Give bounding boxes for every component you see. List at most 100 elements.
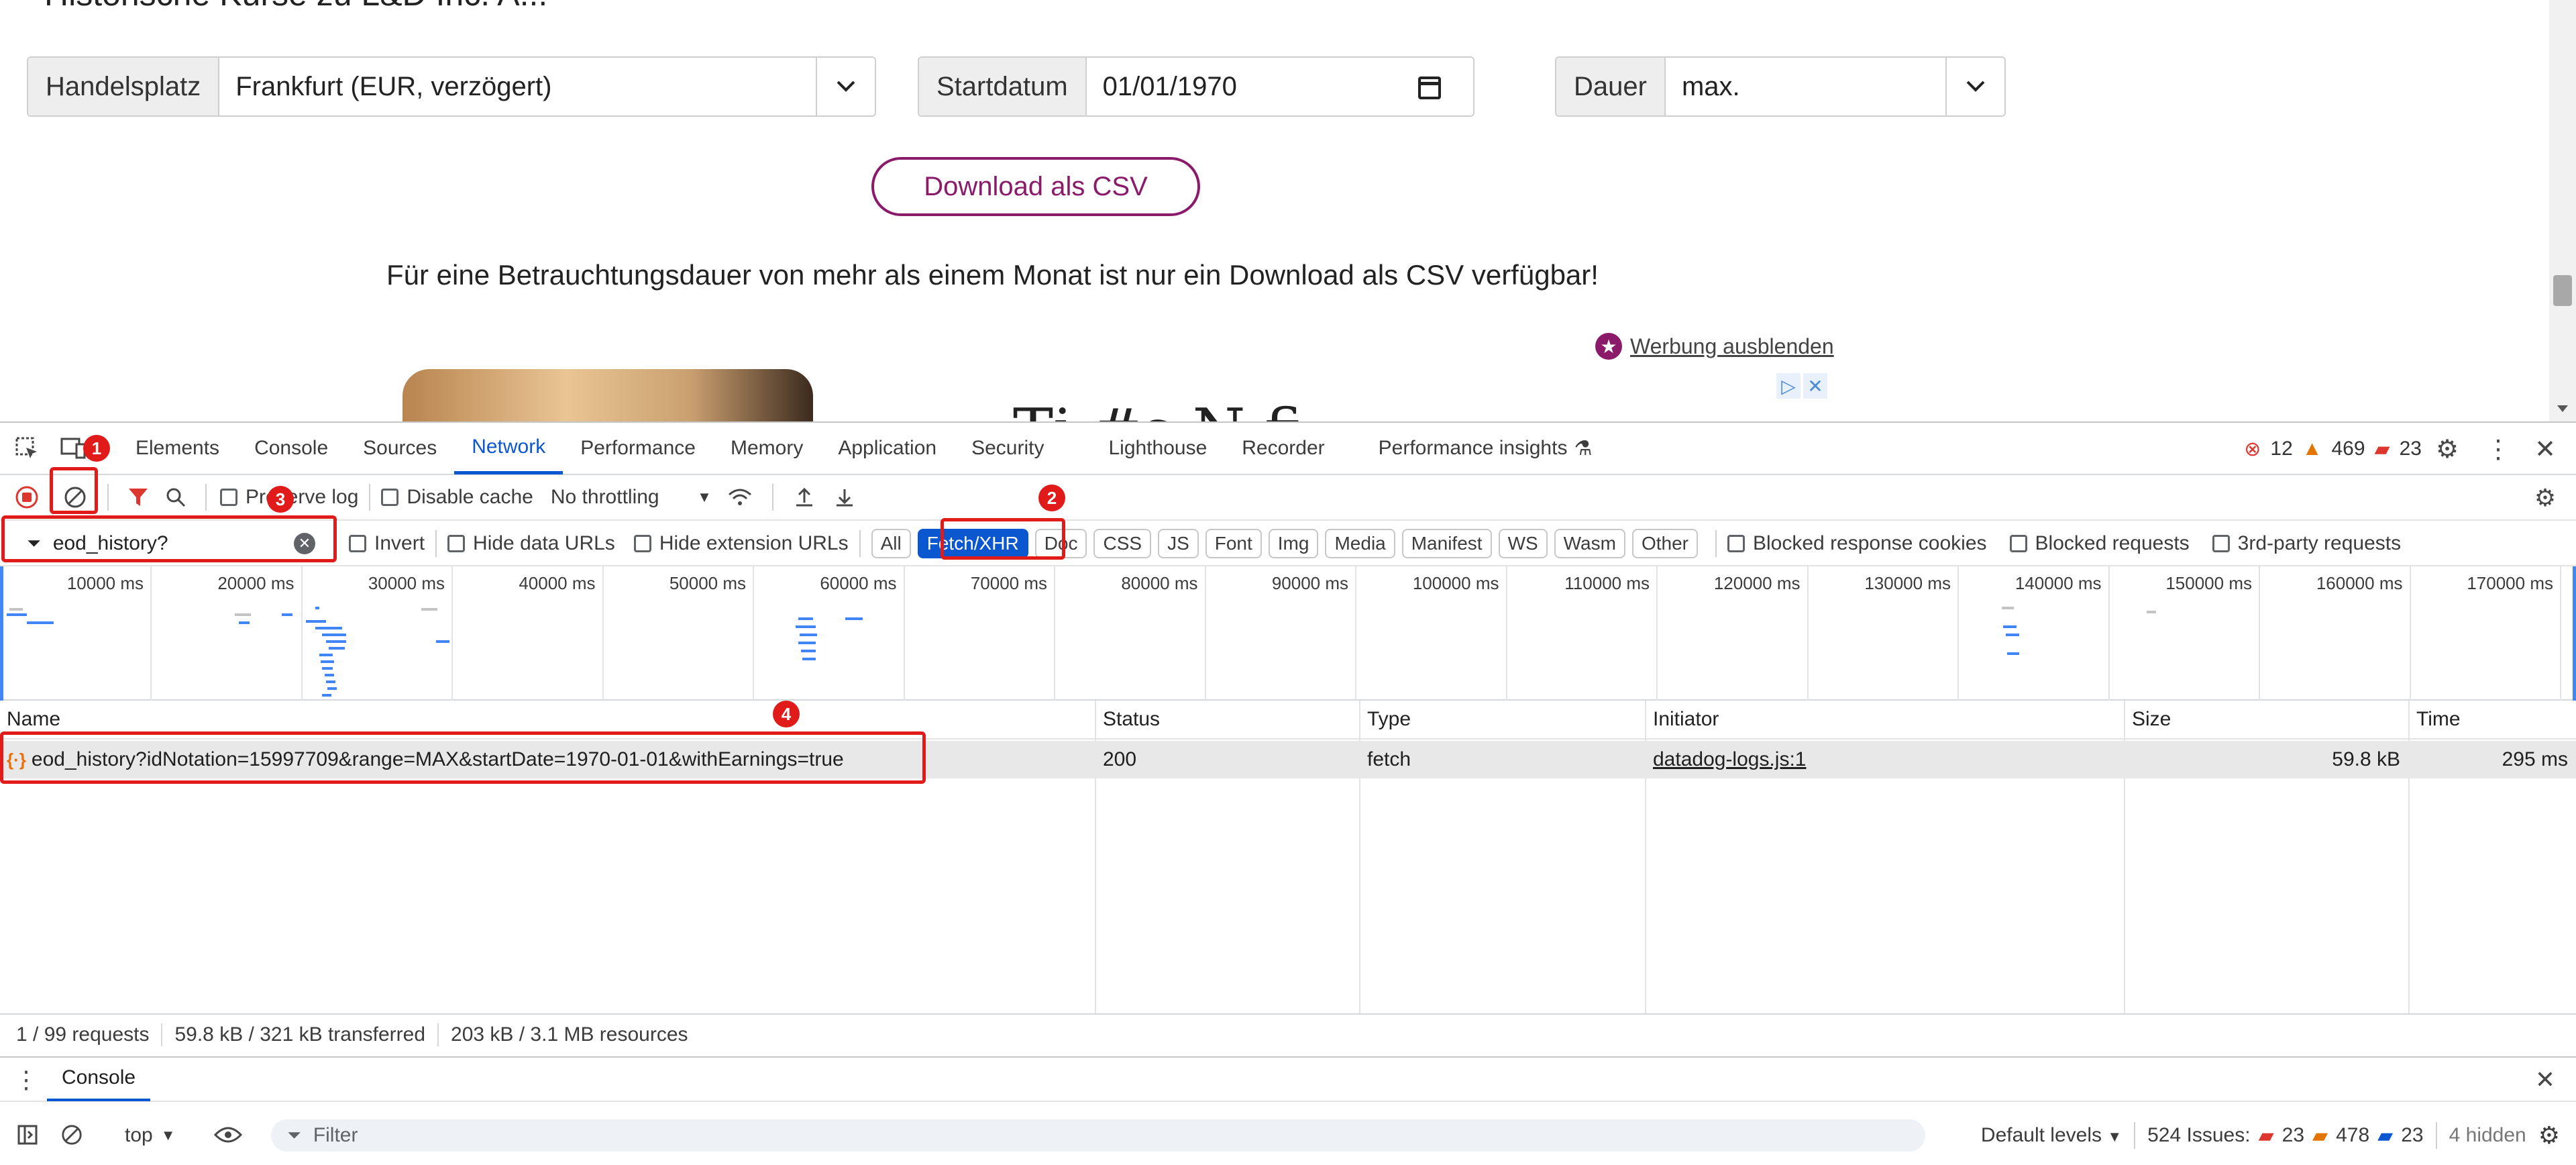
calendar-icon[interactable] bbox=[1418, 77, 1441, 99]
start-date-input[interactable]: 01/01/1970 bbox=[1086, 58, 1473, 115]
download-csv-button[interactable]: Download als CSV bbox=[871, 157, 1200, 216]
blocked-requests-checkbox[interactable]: Blocked requests bbox=[2009, 532, 2190, 555]
disable-cache-checkbox[interactable]: Disable cache bbox=[381, 486, 533, 509]
chevron-down-icon[interactable] bbox=[1945, 58, 2004, 115]
tab-elements[interactable]: Elements bbox=[94, 422, 237, 474]
initiator-link[interactable]: datadog-logs.js:1 bbox=[1653, 748, 1807, 771]
chip-font[interactable]: Font bbox=[1205, 529, 1262, 558]
drawer-tab-console[interactable]: Console bbox=[47, 1057, 151, 1101]
chip-css[interactable]: CSS bbox=[1093, 529, 1152, 558]
export-har-icon[interactable] bbox=[824, 474, 865, 520]
scroll-down-arrow[interactable] bbox=[2557, 405, 2568, 412]
timeline-end-marker[interactable] bbox=[2573, 566, 2576, 701]
chip-doc[interactable]: Doc bbox=[1034, 529, 1087, 558]
clear-filter-icon[interactable]: ✕ bbox=[294, 533, 315, 554]
blocked-response-cookies-checkbox[interactable]: Blocked response cookies bbox=[1727, 532, 1987, 555]
hide-ad-label[interactable]: Werbung ausblenden bbox=[1630, 334, 1834, 359]
invert-box[interactable] bbox=[349, 535, 366, 552]
column-header-size[interactable]: Size bbox=[2125, 701, 2408, 740]
tab-console[interactable]: Console bbox=[237, 422, 345, 474]
network-overview-timeline[interactable]: 10000 ms 20000 ms 30000 ms 40000 ms 50000 ms… bbox=[0, 566, 2576, 701]
clear-log-icon[interactable] bbox=[54, 474, 97, 520]
chip-media[interactable]: Media bbox=[1325, 529, 1395, 558]
preserve-log-box[interactable] bbox=[220, 489, 237, 506]
network-conditions-icon[interactable] bbox=[718, 474, 761, 520]
exchange-value[interactable]: Frankfurt (EUR, verzögert) bbox=[219, 58, 816, 115]
invert-checkbox[interactable]: Invert bbox=[349, 532, 425, 555]
hide-data-urls-checkbox[interactable]: Hide data URLs bbox=[447, 532, 615, 555]
column-header-name[interactable]: Name bbox=[0, 701, 1095, 740]
duration-select[interactable]: Dauer max. bbox=[1555, 56, 2006, 117]
chevron-down-icon[interactable] bbox=[816, 58, 875, 115]
exchange-select[interactable]: Handelsplatz Frankfurt (EUR, verzögert) bbox=[27, 56, 876, 117]
tab-performance[interactable]: Performance bbox=[563, 422, 713, 474]
chip-ws[interactable]: WS bbox=[1498, 529, 1548, 558]
chip-img[interactable]: Img bbox=[1268, 529, 1319, 558]
column-header-type[interactable]: Type bbox=[1360, 701, 1645, 740]
start-date-field[interactable]: Startdatum 01/01/1970 bbox=[918, 56, 1474, 117]
hide-ad-link[interactable]: ★ Werbung ausblenden bbox=[1595, 333, 1834, 360]
blocked-requests-box[interactable] bbox=[2009, 535, 2027, 552]
tab-sources[interactable]: Sources bbox=[345, 422, 454, 474]
context-select[interactable]: top ▼ bbox=[125, 1119, 176, 1152]
issues-link[interactable]: 524 Issues: ▰ 23 ▰ 478 ▰ 23 bbox=[2147, 1124, 2423, 1148]
throttling-select[interactable]: No throttling ▼ bbox=[551, 486, 718, 509]
tab-performance-insights[interactable]: Performance insights ⚗ bbox=[1342, 422, 1610, 474]
tab-security[interactable]: Security bbox=[954, 422, 1061, 474]
third-party-requests-box[interactable] bbox=[2212, 535, 2230, 552]
hide-extension-urls-box[interactable] bbox=[633, 535, 651, 552]
table-row[interactable]: {·} eod_history?idNotation=15997709&rang… bbox=[0, 741, 2576, 778]
filter-input[interactable]: ⏷ eod_history? ✕ bbox=[9, 525, 331, 562]
more-options-icon[interactable]: ⋮ bbox=[2478, 423, 2518, 475]
chip-other[interactable]: Other bbox=[1631, 529, 1698, 558]
chip-js[interactable]: JS bbox=[1158, 529, 1199, 558]
chip-wasm[interactable]: Wasm bbox=[1554, 529, 1625, 558]
column-header-initiator[interactable]: Initiator bbox=[1646, 701, 2124, 740]
ad-close-icon[interactable]: ✕ bbox=[1803, 373, 1827, 399]
search-icon[interactable] bbox=[157, 474, 195, 520]
tab-recorder[interactable]: Recorder bbox=[1224, 422, 1342, 474]
duration-value[interactable]: max. bbox=[1665, 58, 1945, 115]
hide-data-urls-box[interactable] bbox=[447, 535, 466, 552]
request-name-cell[interactable]: {·} eod_history?idNotation=15997709&rang… bbox=[0, 741, 1095, 778]
third-party-requests-checkbox[interactable]: 3rd-party requests bbox=[2212, 532, 2401, 555]
chip-fetch-xhr[interactable]: Fetch/XHR bbox=[917, 529, 1028, 558]
preserve-log-label: Preserve log bbox=[246, 486, 359, 508]
tab-memory[interactable]: Memory bbox=[713, 422, 820, 474]
timeline-start-marker[interactable] bbox=[0, 566, 3, 701]
tab-network[interactable]: Network bbox=[454, 422, 564, 474]
hide-extension-urls-checkbox[interactable]: Hide extension URLs bbox=[633, 532, 849, 555]
tab-application[interactable]: Application bbox=[820, 422, 954, 474]
record-stop-icon[interactable] bbox=[0, 474, 54, 520]
timeline-gridline bbox=[753, 566, 754, 701]
blocked-response-cookies-box[interactable] bbox=[1727, 535, 1745, 552]
eye-icon[interactable] bbox=[208, 1117, 248, 1153]
network-settings-gear-icon[interactable]: ⚙ bbox=[2525, 475, 2565, 521]
filter-icon[interactable] bbox=[119, 474, 157, 520]
log-levels-select[interactable]: Default levels ▼ bbox=[1981, 1124, 2122, 1147]
inspect-element-icon[interactable] bbox=[0, 422, 54, 474]
network-request-table: Name Status Type Initiator Size Time {·}… bbox=[0, 701, 2576, 1013]
chip-manifest[interactable]: Manifest bbox=[1401, 529, 1492, 558]
console-filter-input[interactable]: ⏷ Filter bbox=[271, 1119, 1925, 1152]
sidebar-toggle-icon[interactable] bbox=[9, 1117, 46, 1153]
issue-counts[interactable]: ⊗ 12 ▲ 469 ▰ 23 bbox=[2244, 423, 2422, 475]
page-scrollbar[interactable] bbox=[2549, 0, 2576, 421]
column-header-status[interactable]: Status bbox=[1096, 701, 1359, 740]
close-drawer-icon[interactable]: ✕ bbox=[2525, 1058, 2565, 1102]
column-header-time[interactable]: Time bbox=[2410, 701, 2576, 740]
ad-info-icon[interactable]: ▷ bbox=[1776, 373, 1801, 399]
disable-cache-box[interactable] bbox=[381, 489, 399, 506]
console-settings-gear-icon[interactable]: ⚙ bbox=[2538, 1121, 2560, 1150]
chip-all[interactable]: All bbox=[871, 529, 911, 558]
ad-choices-badge[interactable]: ▷ ✕ bbox=[1776, 373, 1827, 399]
close-devtools-icon[interactable]: ✕ bbox=[2525, 423, 2565, 475]
scrollbar-thumb[interactable] bbox=[2553, 275, 2572, 306]
timeline-tick-label: 60000 ms bbox=[820, 573, 897, 593]
drawer-menu-icon[interactable]: ⋮ bbox=[9, 1058, 43, 1102]
import-har-icon[interactable] bbox=[784, 474, 824, 520]
clear-console-icon[interactable] bbox=[54, 1117, 90, 1153]
settings-gear-icon[interactable]: ⚙ bbox=[2427, 423, 2467, 475]
tab-lighthouse[interactable]: Lighthouse bbox=[1061, 422, 1224, 474]
filter-input-value[interactable]: eod_history? bbox=[53, 532, 168, 555]
